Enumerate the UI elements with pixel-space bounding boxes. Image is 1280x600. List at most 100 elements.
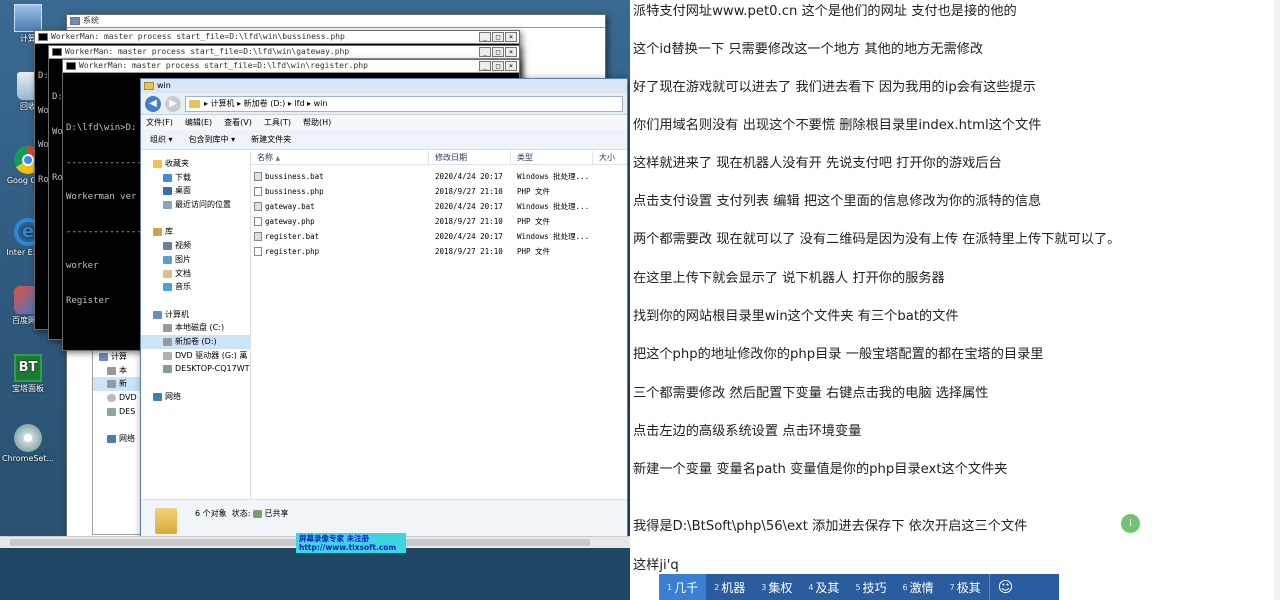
batch-file-icon bbox=[254, 172, 262, 181]
menu-tools[interactable]: 工具(T) bbox=[264, 115, 291, 130]
close-button[interactable]: × bbox=[505, 47, 517, 57]
chromeset-icon bbox=[14, 424, 42, 452]
star-icon bbox=[153, 160, 162, 168]
ime-candidate[interactable]: 6 激情 bbox=[895, 574, 942, 600]
document-line: 这样ji'q bbox=[633, 558, 679, 573]
document-line: 把这个php的地址修改你的php目录 一般宝塔配置的都在宝塔的目录里 bbox=[633, 347, 1044, 362]
cmd-window-title[interactable]: WorkerMan: master process start_file=D:\… bbox=[35, 31, 519, 44]
column-type[interactable]: 类型 bbox=[511, 151, 593, 164]
ime-candidate[interactable]: 1 几千 bbox=[659, 574, 707, 600]
nav-item[interactable]: 下载 bbox=[141, 171, 250, 185]
file-date: 2020/4/24 20:17 bbox=[435, 172, 503, 181]
file-date: 2020/4/24 20:17 bbox=[435, 202, 503, 211]
file-row[interactable]: bussiness.php 2018/9/27 21:10 PHP 文件 bbox=[251, 184, 627, 199]
forward-button[interactable]: ▶ bbox=[165, 95, 181, 112]
file-type: PHP 文件 bbox=[517, 217, 551, 226]
file-row[interactable]: bussiness.bat 2020/4/24 20:17 Windows 批处理.… bbox=[251, 169, 627, 184]
computer-icon bbox=[153, 310, 162, 319]
ime-candidate[interactable]: 5 技巧 bbox=[847, 574, 894, 600]
recorder-watermark: 屏幕录像专家 未注册 http://www.tlxsoft.com bbox=[296, 533, 406, 553]
nav-item[interactable]: 视频 bbox=[141, 239, 250, 253]
file-name: register.php bbox=[265, 247, 320, 256]
address-bar[interactable]: ▸ 计算机 ▸ 新加卷 (D:) ▸ lfd ▸ win bbox=[185, 95, 623, 112]
text-cursor-indicator: I bbox=[1121, 514, 1140, 533]
new-folder-button[interactable]: 新建文件夹 bbox=[251, 130, 291, 149]
music-icon bbox=[163, 283, 172, 292]
include-in-library-button[interactable]: 包含到库中 ▾ bbox=[189, 130, 236, 149]
ime-candidate-bar: 1 几千 2 机器 3 集权 4 及其 5 技巧 6 激情 7 极其 ☺ bbox=[659, 574, 1059, 600]
document-line: 点击支付设置 支付列表 编辑 把这个里面的信息修改为你的派特的信息 bbox=[633, 194, 1042, 209]
ime-candidate[interactable]: 3 集权 bbox=[753, 574, 800, 600]
cmd-window-title[interactable]: WorkerMan: master process start_file=D:\… bbox=[63, 60, 519, 73]
ime-candidate[interactable]: 7 极其 bbox=[942, 574, 989, 600]
explorer-titlebar[interactable]: win bbox=[141, 79, 627, 93]
document-line: 三个都需要修改 然后配置下变量 右键点击我的电脑 选择属性 bbox=[633, 386, 989, 401]
nav-item[interactable]: 桌面 bbox=[141, 184, 250, 198]
folder-large-icon bbox=[155, 508, 177, 534]
file-date: 2020/4/24 20:17 bbox=[435, 232, 503, 241]
nav-item[interactable]: 文档 bbox=[141, 267, 250, 281]
folder-icon bbox=[189, 99, 200, 108]
document-line: 找到你的网站根目录里win这个文件夹 有三个bat的文件 bbox=[633, 309, 959, 324]
explorer-address-row: ◀ ▶ ▸ 计算机 ▸ 新加卷 (D:) ▸ lfd ▸ win bbox=[141, 93, 627, 115]
minimize-button[interactable]: _ bbox=[479, 32, 491, 42]
computer-icon bbox=[99, 353, 108, 361]
file-list: bussiness.bat 2020/4/24 20:17 Windows 批处理.… bbox=[251, 169, 627, 497]
column-date[interactable]: 修改日期 bbox=[429, 151, 511, 164]
maximize-button[interactable]: □ bbox=[492, 47, 504, 57]
close-button[interactable]: × bbox=[505, 32, 517, 42]
ime-candidate[interactable]: 4 及其 bbox=[800, 574, 847, 600]
file-row[interactable]: register.php 2018/9/27 21:10 PHP 文件 bbox=[251, 244, 627, 259]
column-size[interactable]: 大小 bbox=[593, 151, 627, 164]
desktop-icon-bt[interactable]: BT 宝塔面板 bbox=[2, 354, 54, 393]
nav-item[interactable]: 音乐 bbox=[141, 280, 250, 294]
back-button[interactable]: ◀ bbox=[145, 95, 161, 112]
file-date: 2018/9/27 21:10 bbox=[435, 217, 503, 226]
drive-icon bbox=[163, 324, 172, 333]
nav-item[interactable]: 收藏夹 bbox=[141, 157, 250, 171]
minimize-button[interactable]: _ bbox=[479, 61, 491, 71]
file-date: 2018/9/27 21:10 bbox=[435, 187, 503, 196]
menu-edit[interactable]: 编辑(E) bbox=[185, 115, 212, 130]
minimize-button[interactable]: _ bbox=[479, 47, 491, 57]
nav-item[interactable]: 图片 bbox=[141, 253, 250, 267]
ime-candidate[interactable]: 2 机器 bbox=[706, 574, 753, 600]
nav-item[interactable]: 最近访问的位置 bbox=[141, 198, 250, 212]
dvd-icon bbox=[163, 351, 172, 360]
desktop-icon-chromeset[interactable]: ChromeSet... bbox=[2, 424, 54, 463]
menu-file[interactable]: 文件(F) bbox=[146, 115, 173, 130]
dvd-icon bbox=[107, 394, 116, 403]
nav-item[interactable]: 计算机 bbox=[141, 308, 250, 322]
command-bar: 组织 ▾ 包含到库中 ▾ 新建文件夹 bbox=[141, 130, 627, 150]
nav-item[interactable]: DVD 驱动器 (G:) 萬 bbox=[141, 349, 250, 363]
bt-panel-icon: BT bbox=[14, 354, 42, 382]
cmd-icon bbox=[52, 48, 62, 56]
tutorial-document[interactable]: 派特支付网址www.pet0.cn 这个是他们的网址 支付也是接的他的 这个id替… bbox=[630, 0, 1280, 600]
nav-item[interactable]: 新加卷 (D:) bbox=[141, 334, 250, 349]
nav-item[interactable]: DESKTOP-CQ17WTQ 上 bbox=[141, 362, 250, 376]
document-line: 点击左边的高级系统设置 点击环境变量 bbox=[633, 424, 862, 439]
column-name[interactable]: 名称 ▲ bbox=[251, 151, 429, 164]
drive-icon bbox=[107, 366, 116, 375]
maximize-button[interactable]: □ bbox=[492, 32, 504, 42]
cmd-window-title[interactable]: WorkerMan: master process start_file=D:\… bbox=[49, 46, 519, 59]
nav-item[interactable]: 网络 bbox=[141, 390, 250, 404]
drive-icon bbox=[107, 380, 116, 389]
emoji-icon[interactable]: ☺ bbox=[988, 574, 1022, 600]
document-scrollbar[interactable] bbox=[1274, 0, 1280, 600]
organize-button[interactable]: 组织 ▾ bbox=[150, 130, 173, 149]
maximize-button[interactable]: □ bbox=[492, 61, 504, 71]
nav-item[interactable]: 库 bbox=[141, 225, 250, 239]
explorer-window[interactable]: win ◀ ▶ ▸ 计算机 ▸ 新加卷 (D:) ▸ lfd ▸ win 文件(… bbox=[140, 78, 628, 543]
menu-help[interactable]: 帮助(H) bbox=[303, 115, 331, 130]
close-button[interactable]: × bbox=[505, 61, 517, 71]
file-type: PHP 文件 bbox=[517, 187, 551, 196]
pictures-icon bbox=[163, 255, 172, 264]
nav-item[interactable]: 本地磁盘 (C:) bbox=[141, 321, 250, 335]
file-row[interactable]: register.bat 2020/4/24 20:17 Windows 批处理..… bbox=[251, 229, 627, 244]
file-row[interactable]: gateway.bat 2020/4/24 20:17 Windows 批处理... bbox=[251, 199, 627, 214]
menu-view[interactable]: 查看(V) bbox=[224, 115, 252, 130]
file-row[interactable]: gateway.php 2018/9/27 21:10 PHP 文件 bbox=[251, 214, 627, 229]
